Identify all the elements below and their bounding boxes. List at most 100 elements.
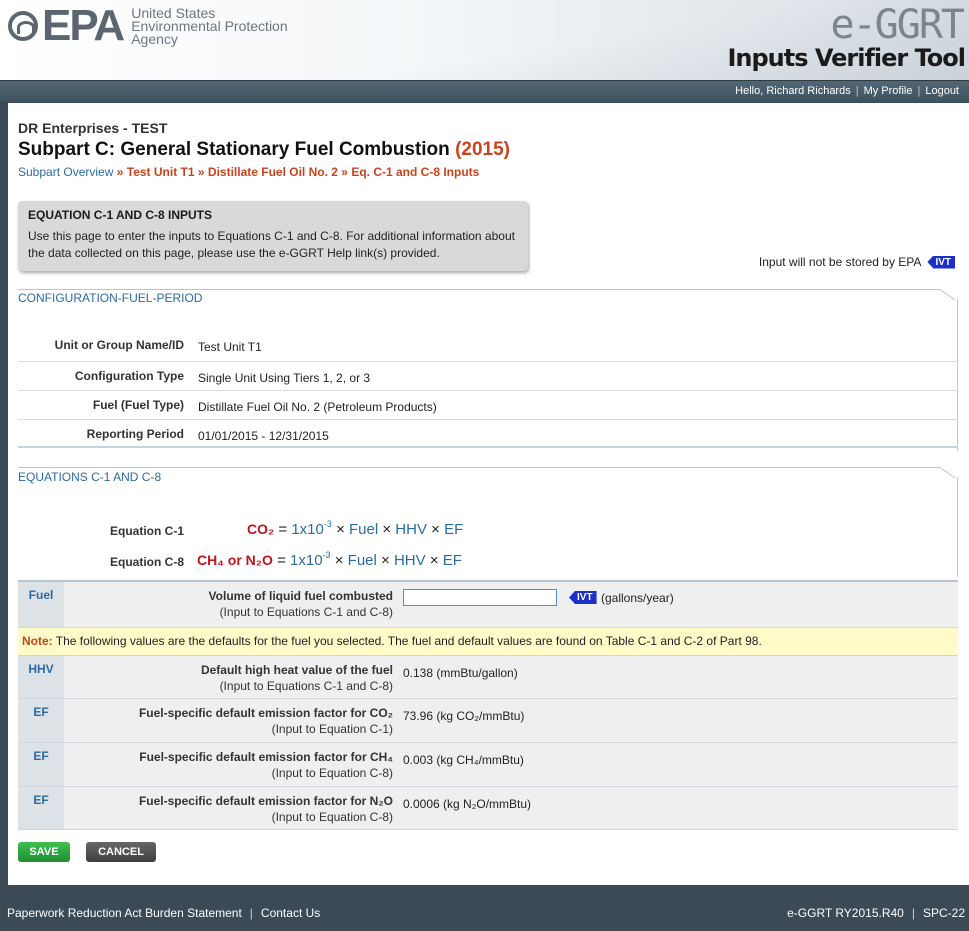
config-row: Reporting Period 01/01/2015 - 12/31/2015 (18, 419, 958, 448)
page-title: Subpart C: General Stationary Fuel Combu… (18, 139, 510, 161)
c8-fuel: Fuel (347, 552, 377, 569)
row-label: Volume of liquid fuel combusted (Input t… (64, 588, 393, 620)
config-row: Fuel (Fuel Type) Distillate Fuel Oil No.… (18, 390, 958, 419)
app-name: e-GGRT (830, 2, 965, 48)
c1-exp: -3 (323, 519, 332, 529)
c8-coef: 1x10 (290, 552, 323, 569)
section-corner (939, 467, 956, 479)
config-row-value: Test Unit T1 (198, 340, 262, 354)
c8-exp: -3 (322, 550, 331, 560)
row-key: EF (18, 787, 64, 829)
ivt-tag-icon: IVT (927, 255, 955, 269)
row-label-sub: (Input to Equation C-8) (271, 766, 393, 780)
config-section-title: CONFIGURATION-FUEL-PERIOD (18, 291, 203, 305)
c1-ef: EF (444, 521, 464, 538)
breadcrumb-unit-link[interactable]: Test Unit T1 (127, 165, 195, 179)
ivt-tag-icon: IVT (569, 591, 597, 604)
section-rule (18, 289, 940, 290)
user-greeting: Hello, Richard Richards (735, 85, 851, 97)
row-key: HHV (18, 656, 64, 698)
equation-c8-label: Equation C-8 (110, 555, 184, 569)
row-key: Fuel (18, 582, 64, 627)
row-label-main: Default high heat value of the fuel (200, 663, 393, 677)
breadcrumb-sep: » (197, 165, 205, 179)
c1-times: × (431, 521, 440, 538)
section-rule-right (957, 477, 958, 577)
section-corner (939, 289, 956, 301)
row-label: Default high heat value of the fuel (Inp… (64, 662, 393, 694)
logout-link[interactable]: Logout (925, 85, 959, 97)
input-row-hhv: HHV Default high heat value of the fuel … (18, 655, 958, 698)
fuel-volume-input[interactable] (403, 589, 557, 606)
config-row-label: Unit or Group Name/ID (54, 338, 184, 352)
input-row-ef-co2: EF Fuel-specific default emission factor… (18, 698, 958, 742)
c8-times: × (334, 552, 344, 569)
config-row-value: Single Unit Using Tiers 1, 2, or 3 (198, 371, 371, 385)
c8-eq: = (277, 552, 286, 569)
save-button[interactable]: SAVE (18, 842, 70, 862)
site-footer: Paperwork Reduction Act Burden Statement… (0, 895, 969, 931)
row-label: Fuel-specific default emission factor fo… (64, 749, 393, 781)
defaults-note: Note: The following values are the defau… (18, 627, 958, 655)
company-name: DR Enterprises - TEST (18, 120, 168, 136)
row-unit: (gallons/year) (601, 591, 674, 605)
row-label-sub: (Input to Equations C-1 and C-8) (219, 679, 393, 693)
site-header: EPA United States Environmental Protecti… (0, 0, 969, 80)
input-row-ef-n2o: EF Fuel-specific default emission factor… (18, 786, 958, 830)
footer-right: e-GGRT RY2015.R40 | SPC-22 (787, 895, 965, 931)
divider: | (917, 85, 921, 97)
row-label-sub: (Input to Equation C-8) (271, 810, 393, 824)
config-row-value: Distillate Fuel Oil No. 2 (Petroleum Pro… (198, 400, 437, 414)
breadcrumb-sep: » (341, 165, 348, 179)
cancel-button[interactable]: CANCEL (86, 842, 156, 862)
breadcrumb-sep: » (116, 165, 124, 179)
row-value: 0.003 (kg CH₄/mmBtu) (403, 753, 524, 767)
reporting-year: (2015) (455, 139, 510, 160)
footer-left: Paperwork Reduction Act Burden Statement… (7, 895, 320, 931)
my-profile-link[interactable]: My Profile (864, 85, 913, 97)
info-box: EQUATION C-1 AND C-8 INPUTS Use this pag… (18, 201, 528, 271)
row-value: 0.138 (mmBtu/gallon) (403, 666, 518, 680)
c1-coef: 1x10 (291, 521, 324, 538)
divider: | (911, 906, 915, 920)
c8-ef: EF (442, 552, 462, 569)
row-value: 0.0006 (kg N₂O/mmBtu) (403, 797, 532, 811)
section-rule (18, 467, 940, 468)
input-row-ef-ch4: EF Fuel-specific default emission factor… (18, 742, 958, 786)
ivt-notice: Input will not be stored by EPA IVT (759, 255, 955, 269)
row-label: Fuel-specific default emission factor fo… (64, 705, 393, 737)
equations-section-title: EQUATIONS C-1 AND C-8 (18, 470, 162, 484)
divider: | (249, 906, 253, 920)
config-row: Configuration Type Single Unit Using Tie… (18, 361, 958, 390)
config-row-value: 01/01/2015 - 12/31/2015 (198, 429, 329, 443)
agency-name: United States Environmental Protection A… (131, 6, 287, 47)
c8-hhv: HHV (393, 552, 426, 569)
config-row: Unit or Group Name/ID Test Unit T1 (18, 331, 958, 360)
contact-us-link[interactable]: Contact Us (261, 906, 320, 920)
config-row-label: Configuration Type (74, 369, 184, 383)
row-value: 73.96 (kg CO₂/mmBtu) (403, 709, 525, 723)
ivt-notice-text: Input will not be stored by EPA (758, 255, 922, 269)
breadcrumb: Subpart Overview » Test Unit T1 » Distil… (18, 165, 479, 179)
config-row-label: Reporting Period (86, 427, 184, 441)
info-box-title: EQUATION C-1 AND C-8 INPUTS (28, 208, 213, 222)
agency-line-3: Agency (131, 30, 178, 47)
row-label-sub: (Input to Equations C-1 and C-8) (219, 605, 393, 619)
equation-c1-label: Equation C-1 (110, 524, 184, 538)
row-label-main: Volume of liquid fuel combusted (208, 589, 393, 603)
screen-id: SPC-22 (922, 906, 965, 920)
burden-statement-link[interactable]: Paperwork Reduction Act Burden Statement (7, 906, 242, 920)
info-box-description: Use this page to enter the inputs to Equ… (28, 229, 515, 260)
row-label: Fuel-specific default emission factor fo… (64, 793, 393, 825)
epa-logo[interactable]: EPA United States Environmental Protecti… (8, 1, 288, 50)
row-label-main: Fuel-specific default emission factor fo… (139, 750, 393, 764)
epa-seal-icon (8, 11, 38, 41)
c1-eq: = (278, 521, 288, 538)
epa-logo-text: EPA (42, 1, 125, 50)
version-label: e-GGRT RY2015.R40 (787, 906, 904, 920)
user-bar: Hello, Richard Richards | My Profile | Logou… (0, 80, 969, 102)
c8-times: × (429, 552, 439, 569)
equation-c1-formula: CO₂ = 1x10-3 × Fuel × HHV × EF (247, 519, 463, 538)
breadcrumb-fuel-link[interactable]: Distillate Fuel Oil No. 2 (208, 165, 338, 179)
breadcrumb-overview-link[interactable]: Subpart Overview (18, 165, 113, 179)
